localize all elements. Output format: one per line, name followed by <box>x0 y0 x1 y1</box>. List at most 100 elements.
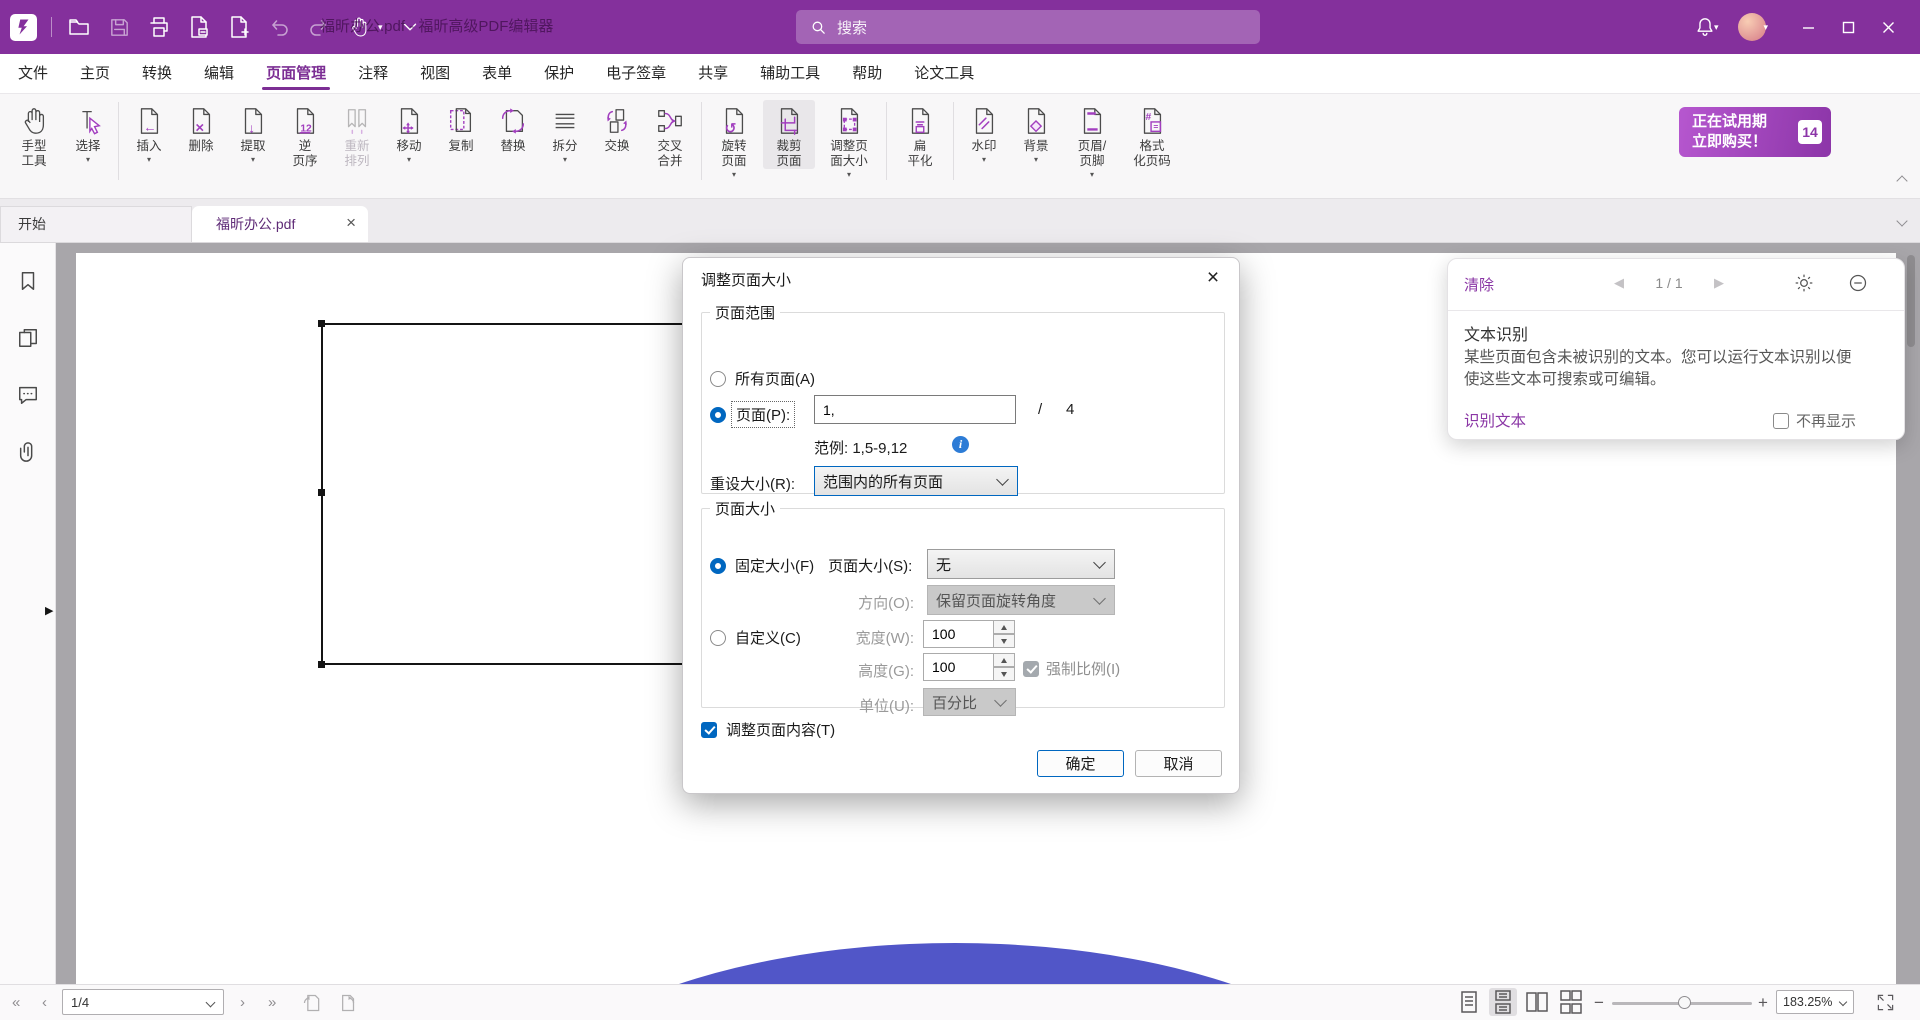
facing-continuous-view-icon[interactable] <box>1557 988 1585 1016</box>
height-step-up[interactable] <box>993 653 1015 667</box>
print-icon[interactable] <box>146 14 172 40</box>
menu-protect[interactable]: 保护 <box>528 54 590 93</box>
pager-next-icon[interactable]: ▶ <box>1714 275 1724 291</box>
flatten-button[interactable]: 扁 平化 <box>892 100 948 169</box>
dont-show-again-checkbox[interactable] <box>1773 413 1789 429</box>
cancel-button[interactable]: 取消 <box>1135 750 1222 777</box>
select-button[interactable]: 选择 ▾ <box>63 100 113 164</box>
attachments-panel-icon[interactable] <box>17 441 39 468</box>
height-step-down[interactable] <box>993 667 1015 681</box>
replace-page-button[interactable]: 替换 <box>488 100 538 154</box>
menu-accessibility[interactable]: 辅助工具 <box>744 54 836 93</box>
page-size-dropdown[interactable]: 无 <box>927 549 1115 579</box>
search-input[interactable]: 搜索 <box>796 10 1260 44</box>
page-number-combo[interactable]: 1/4 <box>62 989 224 1015</box>
menu-file[interactable]: 文件 <box>2 54 64 93</box>
gear-icon[interactable] <box>1794 273 1814 298</box>
dialog-close-icon[interactable]: × <box>1199 264 1227 292</box>
selection-rectangle[interactable] <box>321 323 689 665</box>
swap-pages-button[interactable]: 交换 <box>592 100 642 154</box>
tab-start[interactable]: 开始 <box>0 206 192 242</box>
menu-home[interactable]: 主页 <box>64 54 126 93</box>
recognize-text-link[interactable]: 识别文本 <box>1464 409 1526 431</box>
extract-page-button[interactable]: ↓ 提取 ▾ <box>228 100 278 164</box>
pager-prev-icon[interactable]: ◀ <box>1614 275 1624 291</box>
maximize-button[interactable] <box>1828 0 1868 54</box>
bookmarks-panel-icon[interactable] <box>17 270 39 297</box>
facing-view-icon[interactable] <box>1523 988 1551 1016</box>
close-button[interactable] <box>1868 0 1908 54</box>
page-remove-icon[interactable] <box>186 14 212 40</box>
menu-view[interactable]: 视图 <box>404 54 466 93</box>
custom-size-radio[interactable] <box>710 630 726 646</box>
adjust-content-checkbox[interactable] <box>701 722 717 738</box>
minimize-button[interactable] <box>1788 0 1828 54</box>
open-file-icon[interactable] <box>66 14 92 40</box>
menu-share[interactable]: 共享 <box>682 54 744 93</box>
width-step-down[interactable] <box>993 634 1015 648</box>
menu-convert[interactable]: 转换 <box>126 54 188 93</box>
last-page-icon[interactable]: » <box>268 985 276 1020</box>
reverse-order-button[interactable]: 12 逆 页序 <box>280 100 330 169</box>
avatar-caret-icon[interactable]: ▾ <box>1763 22 1768 33</box>
rotate-page-button[interactable]: ↺ 旋转 页面 ▾ <box>707 100 761 179</box>
menu-edit[interactable]: 编辑 <box>188 54 250 93</box>
next-page-icon[interactable]: › <box>240 985 245 1020</box>
delete-page-button[interactable]: × 删除 <box>176 100 226 154</box>
trial-purchase-banner[interactable]: 正在试用期 立即购买！ 14 <box>1679 107 1831 157</box>
page-add-icon[interactable] <box>226 14 252 40</box>
ok-button[interactable]: 确定 <box>1037 750 1124 777</box>
user-avatar[interactable] <box>1738 13 1766 41</box>
menu-esign[interactable]: 电子签章 <box>590 54 682 93</box>
previous-page-icon[interactable]: ‹ <box>42 985 47 1020</box>
panel-clear-link[interactable]: 清除 <box>1464 274 1494 295</box>
tab-document-active[interactable]: 福昕办公.pdf × <box>192 206 368 242</box>
watermark-button[interactable]: 水印 ▾ <box>959 100 1009 164</box>
move-page-button[interactable]: 移动 ▾ <box>384 100 434 164</box>
page-range-input[interactable] <box>814 395 1016 424</box>
background-button[interactable]: 背景 ▾ <box>1011 100 1061 164</box>
zoom-out-icon[interactable]: − <box>1594 985 1604 1020</box>
format-page-number-button[interactable]: #= 格式 化页码 <box>1123 100 1181 169</box>
copy-page-button[interactable]: 复制 <box>436 100 486 154</box>
menu-form[interactable]: 表单 <box>466 54 528 93</box>
resize-scope-dropdown[interactable]: 范围内的所有页面 <box>814 466 1018 496</box>
height-stepper[interactable] <box>923 653 994 681</box>
fixed-size-radio[interactable] <box>710 558 726 574</box>
menu-comment[interactable]: 注释 <box>342 54 404 93</box>
minimize-panel-icon[interactable] <box>1848 273 1868 298</box>
insert-page-button[interactable]: ← 插入 ▾ <box>124 100 174 164</box>
zoom-slider-thumb[interactable] <box>1678 996 1691 1009</box>
comments-panel-icon[interactable] <box>17 384 39 411</box>
height-input[interactable] <box>923 653 994 681</box>
collapse-ribbon-icon[interactable] <box>1898 172 1906 190</box>
zoom-in-icon[interactable]: + <box>1758 985 1768 1020</box>
vertical-scrollbar-thumb[interactable] <box>1907 255 1915 347</box>
menu-paper-tools[interactable]: 论文工具 <box>898 54 990 93</box>
split-button[interactable]: 拆分 ▾ <box>540 100 590 164</box>
cross-merge-button[interactable]: 交叉 合并 <box>644 100 696 169</box>
menu-help[interactable]: 帮助 <box>836 54 898 93</box>
bell-caret-icon[interactable]: ▾ <box>1714 22 1719 33</box>
crop-page-button[interactable]: 裁剪 页面 <box>763 100 815 169</box>
first-page-icon[interactable]: « <box>12 985 20 1020</box>
page-thumbnails-icon[interactable] <box>17 327 39 354</box>
menu-page-management[interactable]: 页面管理 <box>250 54 342 93</box>
zoom-level-combo[interactable]: 183.25% <box>1776 990 1854 1014</box>
continuous-view-icon[interactable] <box>1489 988 1517 1016</box>
undo-icon[interactable] <box>266 14 292 40</box>
save-icon[interactable] <box>106 14 132 40</box>
width-step-up[interactable] <box>993 620 1015 634</box>
width-input[interactable] <box>923 620 994 648</box>
all-pages-radio[interactable] <box>710 371 726 387</box>
resize-page-button[interactable]: 调整页 面大小 ▾ <box>817 100 881 179</box>
resize-handle-bottom-left[interactable] <box>318 661 325 668</box>
header-footer-button[interactable]: 页眉/ 页脚 ▾ <box>1063 100 1121 179</box>
sidebar-expand-handle-icon[interactable]: ▶ <box>45 604 53 617</box>
info-icon[interactable]: i <box>952 436 969 453</box>
single-page-view-icon[interactable] <box>1455 988 1483 1016</box>
hand-tool-button[interactable]: 手型 工具 <box>7 100 61 169</box>
resize-handle-mid-left[interactable] <box>318 489 325 496</box>
fit-screen-icon[interactable] <box>1876 985 1895 1020</box>
tab-list-caret-icon[interactable] <box>1898 212 1906 230</box>
